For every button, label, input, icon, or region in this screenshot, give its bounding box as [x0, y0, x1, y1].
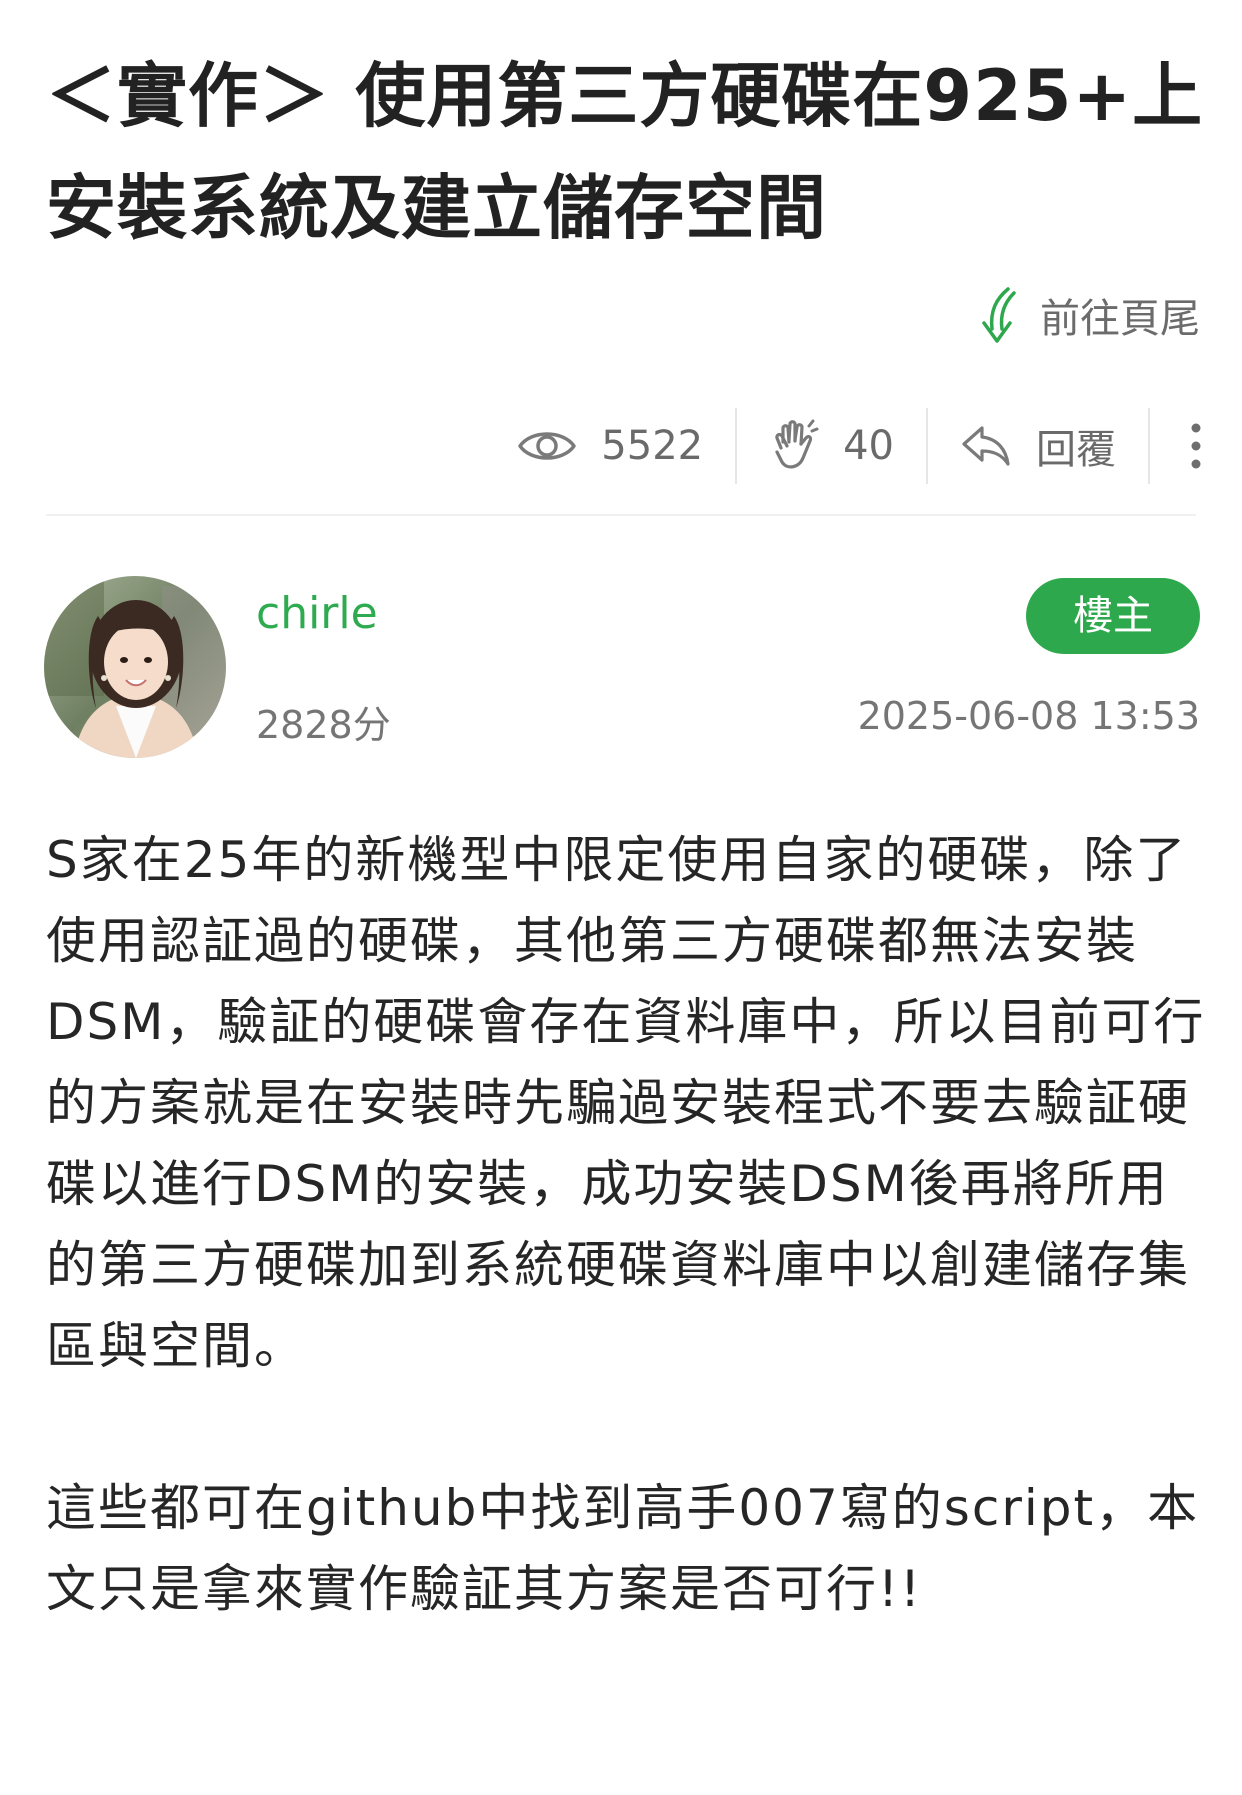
post-title: ＜實作＞ 使用第三方硬碟在925+上安裝系統及建立儲存空間 — [46, 55, 1204, 249]
down-arrow-icon — [982, 287, 1016, 343]
op-badge: 樓主 — [1026, 578, 1200, 654]
author-name[interactable]: chirle — [256, 588, 378, 639]
reply-button[interactable]: 回覆 — [928, 408, 1150, 484]
author-avatar[interactable] — [44, 576, 226, 758]
post-content: S家在25年的新機型中限定使用自家的硬碟，除了使用認証過的硬碟，其他第三方硬碟都… — [46, 820, 1206, 1630]
post-paragraph: 這些都可在github中找到高手007寫的script，本文只是拿來實作驗証其方… — [46, 1479, 1200, 1618]
views-count: 5522 — [601, 423, 704, 469]
likes-count: 40 — [843, 423, 894, 469]
views-stat: 5522 — [485, 408, 738, 484]
more-options-button[interactable] — [1150, 408, 1220, 484]
eye-icon — [518, 432, 577, 460]
reply-label: 回覆 — [1036, 427, 1116, 473]
avatar-image — [44, 576, 226, 758]
clap-icon — [775, 419, 819, 469]
post-timestamp: 2025-06-08 13:53 — [857, 694, 1200, 738]
more-vertical-icon — [1191, 423, 1201, 469]
header-divider — [46, 514, 1196, 516]
author-score: 2828分 — [256, 703, 391, 747]
like-button[interactable]: 40 — [737, 408, 928, 484]
post-stats-bar: 5522 40 回覆 — [485, 408, 1220, 484]
goto-footer-link[interactable]: 前往頁尾 — [970, 282, 1200, 348]
reply-icon — [962, 426, 1010, 466]
post-paragraph: S家在25年的新機型中限定使用自家的硬碟，除了使用認証過的硬碟，其他第三方硬碟都… — [46, 831, 1206, 1375]
goto-footer-label: 前往頁尾 — [1040, 296, 1200, 342]
